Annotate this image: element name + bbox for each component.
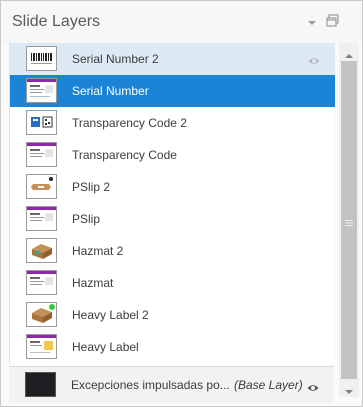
base-layer-label: Excepciones impulsadas po...: [71, 378, 230, 392]
layer-list: Serial Number 2 Serial Number Transparen…: [9, 43, 335, 364]
eye-icon[interactable]: [307, 380, 319, 398]
layer-label: Heavy Label 2: [72, 308, 149, 322]
layer-row-hazmat-2[interactable]: Hazmat 2: [10, 235, 335, 267]
layer-thumbnail: [26, 174, 57, 199]
scroll-down-arrow-icon[interactable]: [344, 383, 354, 401]
dropdown-icon[interactable]: [307, 15, 317, 33]
layer-thumbnail: [26, 206, 57, 231]
slide-layers-panel: Slide Layers Serial Number 2 Serial Numb…: [0, 0, 363, 407]
layer-row-heavy-label-2[interactable]: Heavy Label 2: [10, 299, 335, 331]
layer-thumbnail: [26, 334, 57, 359]
layer-row-serial-number[interactable]: Serial Number: [10, 75, 335, 107]
layer-label: PSlip 2: [72, 180, 111, 194]
layer-thumbnail: [26, 270, 57, 295]
layer-label: PSlip: [72, 212, 101, 226]
layer-thumbnail: [26, 46, 57, 71]
layer-label: Transparency Code 2: [72, 116, 187, 130]
layer-row-heavy-label[interactable]: Heavy Label: [10, 331, 335, 363]
layer-thumbnail: [26, 238, 57, 263]
layer-thumbnail: [26, 78, 57, 103]
layer-thumbnail: [26, 110, 57, 135]
layer-row-pslip[interactable]: PSlip: [10, 203, 335, 235]
layer-label: Hazmat 2: [72, 244, 124, 258]
layer-row-pslip-2[interactable]: PSlip 2: [10, 171, 335, 203]
layer-label: Serial Number: [72, 84, 149, 98]
layer-label: Hazmat: [72, 276, 114, 290]
vertical-scrollbar[interactable]: [339, 43, 359, 397]
layer-row-hazmat[interactable]: Hazmat: [10, 267, 335, 299]
panel-header: Slide Layers: [1, 1, 362, 43]
base-layer-row[interactable]: Excepciones impulsadas po... (Base Layer…: [9, 366, 334, 403]
scrollbar-thumb[interactable]: [341, 61, 357, 379]
layer-label: Transparency Code: [72, 148, 177, 162]
layer-label: Serial Number 2: [72, 52, 159, 66]
layer-row-serial-number-2[interactable]: Serial Number 2: [10, 43, 335, 75]
layer-label: Heavy Label: [72, 340, 139, 354]
base-layer-tag: (Base Layer): [234, 378, 303, 392]
layer-thumbnail: [26, 302, 57, 327]
layer-row-transparency-code[interactable]: Transparency Code: [10, 139, 335, 171]
layer-thumbnail: [26, 142, 57, 167]
base-layer-thumbnail: [25, 372, 56, 397]
grip-icon: [345, 214, 353, 232]
panel-title: Slide Layers: [12, 13, 101, 30]
layer-row-transparency-code-2[interactable]: Transparency Code 2: [10, 107, 335, 139]
eye-icon[interactable]: [308, 53, 320, 71]
window-restore-icon[interactable]: [326, 14, 339, 32]
